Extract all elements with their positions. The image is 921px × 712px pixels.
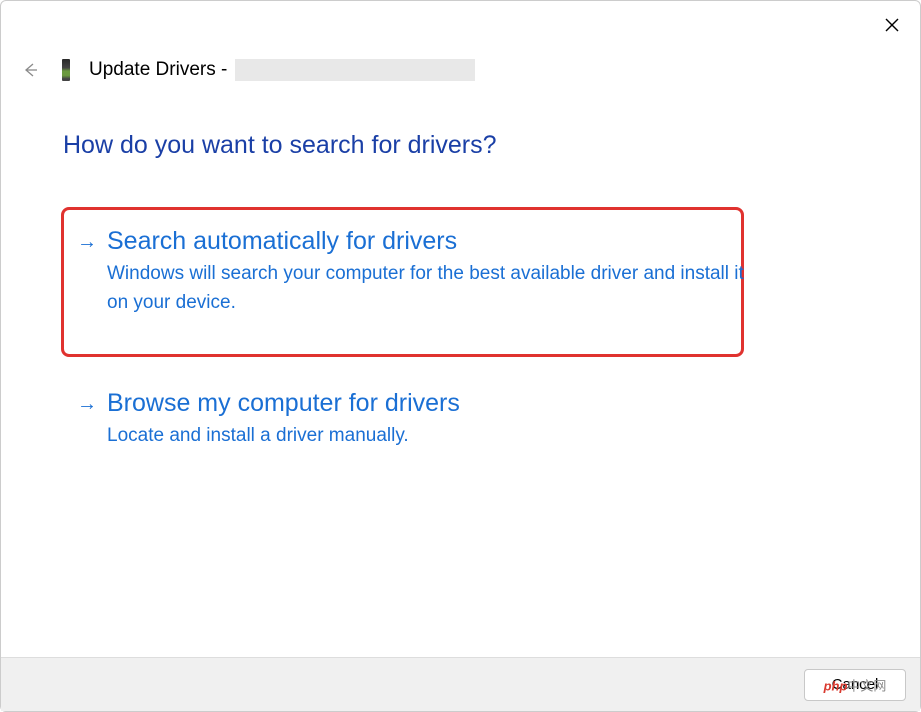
option-description: Locate and install a driver manually. xyxy=(107,422,747,451)
option-browse-computer[interactable]: → Browse my computer for drivers Locate … xyxy=(63,381,858,459)
footer-bar: Cancel php中文网 xyxy=(1,657,920,711)
option-title: Search automatically for drivers xyxy=(107,227,457,256)
cancel-label: Cancel xyxy=(832,676,879,693)
cancel-button[interactable]: Cancel php中文网 xyxy=(804,669,906,701)
back-button[interactable] xyxy=(17,57,43,83)
header-row: Update Drivers - xyxy=(17,57,475,83)
back-arrow-icon xyxy=(21,61,39,79)
redacted-device-name xyxy=(235,59,475,81)
option-description: Windows will search your computer for th… xyxy=(107,260,747,317)
option-title-row: → Browse my computer for drivers xyxy=(77,389,858,418)
window-title: Update Drivers - xyxy=(89,59,475,81)
option-title-row: → Search automatically for drivers xyxy=(77,227,858,256)
main-heading: How do you want to search for drivers? xyxy=(63,131,497,160)
device-icon xyxy=(57,57,75,83)
window-title-prefix: Update Drivers - xyxy=(89,59,233,80)
close-icon xyxy=(885,18,899,32)
option-title: Browse my computer for drivers xyxy=(107,389,460,418)
arrow-right-icon: → xyxy=(77,232,97,252)
option-search-automatically[interactable]: → Search automatically for drivers Windo… xyxy=(63,219,858,325)
arrow-right-icon: → xyxy=(77,394,97,414)
close-button[interactable] xyxy=(878,11,906,39)
